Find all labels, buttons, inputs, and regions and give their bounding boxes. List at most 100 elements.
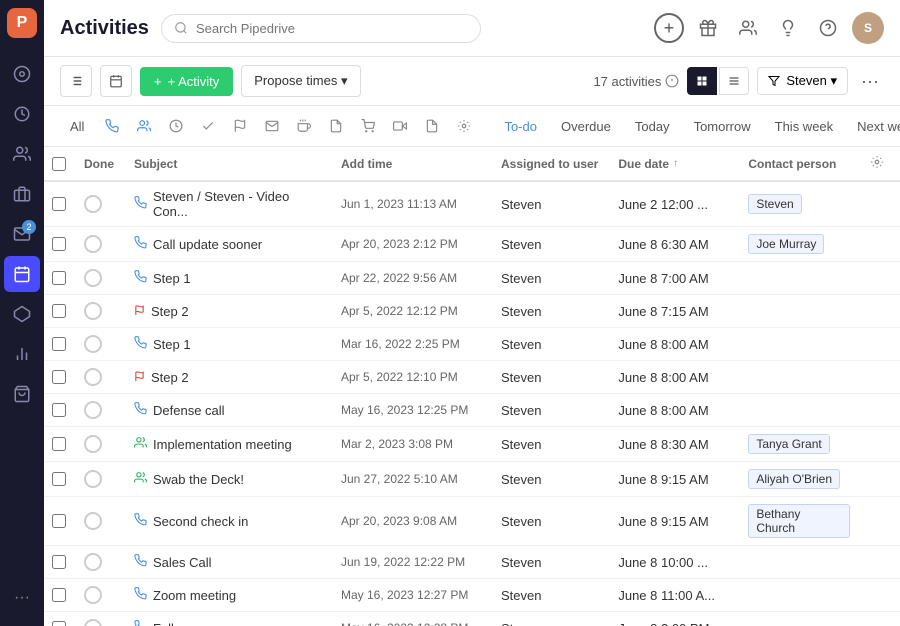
filter-tab-todo[interactable]: To-do [494,115,547,138]
filter-task-icon[interactable] [194,112,222,140]
activity-subject[interactable]: Step 1 [153,337,191,352]
row-checkbox[interactable] [52,514,66,528]
row-checkbox[interactable] [52,337,66,351]
activity-subject[interactable]: Step 2 [151,370,189,385]
done-circle[interactable] [84,335,102,353]
activity-subject[interactable]: Step 2 [151,304,189,319]
row-checkbox[interactable] [52,555,66,569]
done-circle[interactable] [84,619,102,626]
activity-subject[interactable]: Second check in [153,514,248,529]
done-circle[interactable] [84,553,102,571]
activity-subject[interactable]: Implementation meeting [153,437,292,452]
col-due-date[interactable]: Due date ↑ [608,147,738,181]
propose-times-button[interactable]: Propose times ▾ [241,65,360,97]
sidebar-item-deals[interactable] [4,96,40,132]
done-circle[interactable] [84,435,102,453]
filter-video-icon[interactable] [386,112,414,140]
search-input[interactable] [196,21,468,36]
row-checkbox[interactable] [52,588,66,602]
done-circle[interactable] [84,269,102,287]
filter-meeting-icon[interactable] [130,112,158,140]
contact-badge[interactable]: Tanya Grant [748,434,829,454]
filter-tab-all[interactable]: All [60,115,94,138]
done-circle[interactable] [84,512,102,530]
contact-badge[interactable]: Aliyah O'Brien [748,469,840,489]
sidebar-item-mail[interactable]: 2 [4,216,40,252]
sidebar-item-products[interactable] [4,376,40,412]
done-circle[interactable] [84,195,102,213]
done-circle[interactable] [84,401,102,419]
grid-view-button[interactable] [687,67,717,95]
row-checkbox[interactable] [52,237,66,251]
activity-subject[interactable]: Swab the Deck! [153,472,244,487]
filter-tab-today[interactable]: Today [625,115,680,138]
gift-icon[interactable] [692,12,724,44]
activity-subject[interactable]: Call update sooner [153,237,262,252]
bulb-icon[interactable] [772,12,804,44]
help-icon[interactable] [812,12,844,44]
filter-custom-icon[interactable] [450,112,478,140]
filter-button[interactable]: Steven ▾ [757,67,848,95]
filter-tab-overdue[interactable]: Overdue [551,115,621,138]
filter-lunch-icon[interactable] [290,112,318,140]
done-circle[interactable] [84,586,102,604]
sidebar-item-home[interactable] [4,56,40,92]
add-button[interactable]: + [654,13,684,43]
sidebar-item-reports[interactable] [4,336,40,372]
filter-tab-tomorrow[interactable]: Tomorrow [684,115,761,138]
contact-badge[interactable]: Bethany Church [748,504,850,538]
activity-subject[interactable]: Step 1 [153,271,191,286]
select-all-checkbox[interactable] [52,157,66,171]
done-circle[interactable] [84,302,102,320]
search-box[interactable] [161,14,481,43]
sidebar-item-activities[interactable] [4,256,40,292]
done-circle[interactable] [84,235,102,253]
more-options-button[interactable]: ··· [856,67,884,95]
filter-flag-icon[interactable] [226,112,254,140]
filter-email-icon[interactable] [258,112,286,140]
done-circle[interactable] [84,470,102,488]
filter-note-icon[interactable] [322,112,350,140]
activity-subject[interactable]: Follow up zoom [153,621,244,626]
row-checkbox[interactable] [52,403,66,417]
user-avatar[interactable]: S [852,12,884,44]
calendar-view-button[interactable] [100,65,132,97]
row-checkbox[interactable] [52,370,66,384]
team-icon[interactable] [732,12,764,44]
sidebar-item-leads[interactable] [4,296,40,332]
row-subject-cell: Second check in [124,497,331,546]
contact-badge[interactable]: Steven [748,194,801,214]
filter-shop-icon[interactable] [354,112,382,140]
row-checkbox[interactable] [52,304,66,318]
row-checkbox[interactable] [52,621,66,626]
activity-subject[interactable]: Zoom meeting [153,588,236,603]
col-contact[interactable]: Contact person [738,147,860,181]
col-add-time[interactable]: Add time [331,147,491,181]
row-checkbox[interactable] [52,437,66,451]
done-circle[interactable] [84,368,102,386]
row-due-date: June 8 8:30 AM [608,427,738,462]
activity-subject[interactable]: Sales Call [153,555,212,570]
col-subject[interactable]: Subject [124,147,331,181]
row-checkbox-cell [44,497,74,546]
activity-subject[interactable]: Defense call [153,403,225,418]
row-checkbox[interactable] [52,472,66,486]
col-settings[interactable] [860,147,900,181]
row-checkbox[interactable] [52,271,66,285]
list-view-alt-button[interactable] [719,67,749,95]
col-assigned[interactable]: Assigned to user [491,147,608,181]
filter-deadline-icon[interactable] [162,112,190,140]
filter-doc-icon[interactable] [418,112,446,140]
add-activity-button[interactable]: + + Activity [140,67,233,96]
sidebar-item-org[interactable] [4,176,40,212]
filter-tab-thisweek[interactable]: This week [765,115,844,138]
list-view-button[interactable] [60,65,92,97]
row-checkbox[interactable] [52,197,66,211]
sidebar-item-more[interactable]: ··· [4,580,40,616]
filter-phone-icon[interactable] [98,112,126,140]
app-logo[interactable]: P [7,8,37,38]
contact-badge[interactable]: Joe Murray [748,234,824,254]
filter-tab-nextweek[interactable]: Next week [847,115,900,138]
sidebar-item-contacts[interactable] [4,136,40,172]
activity-subject[interactable]: Steven / Steven - Video Con... [153,189,321,219]
